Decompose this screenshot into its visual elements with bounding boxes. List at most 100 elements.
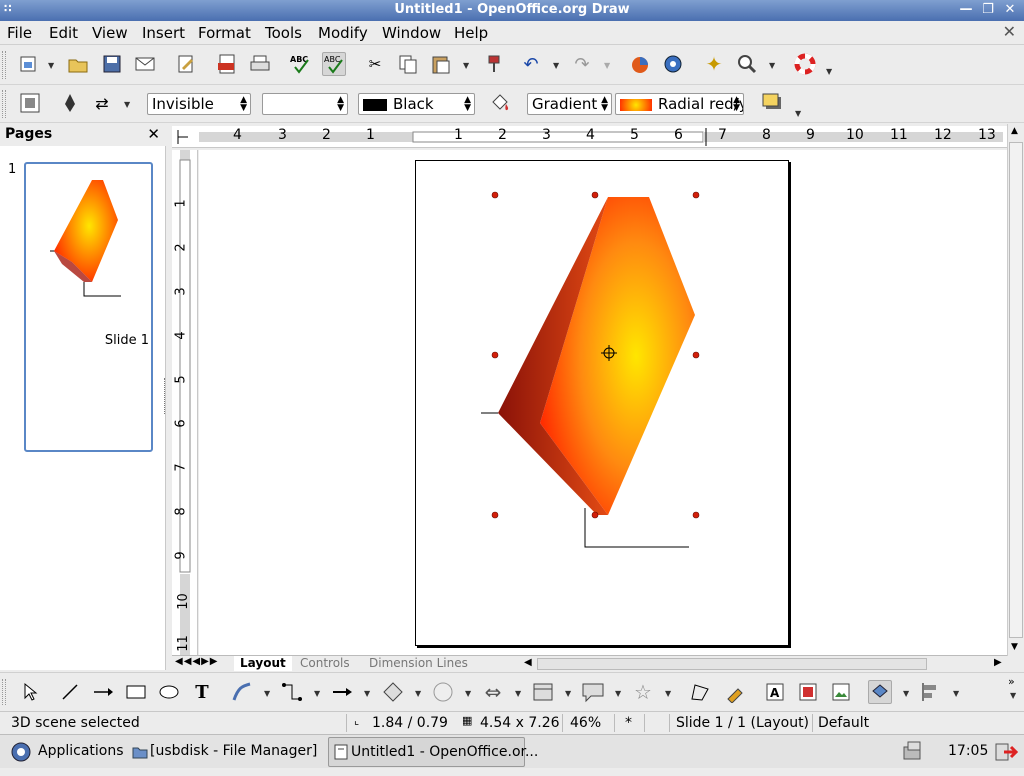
shadow-icon[interactable] (760, 91, 784, 115)
symbol-shapes-dropdown-arrow[interactable]: ▼ (465, 689, 471, 698)
slide-thumbnail[interactable] (24, 162, 153, 452)
redo-icon[interactable]: ↷ (570, 52, 594, 76)
insert-picture-icon[interactable] (829, 680, 853, 704)
scroll-left-arrow[interactable]: ◀ (524, 657, 532, 668)
drawing-canvas[interactable] (199, 150, 1007, 655)
scroll-right-arrow[interactable]: ▶ (994, 657, 1002, 668)
rectangle-tool-icon[interactable] (124, 680, 148, 704)
gluepoints-icon[interactable] (723, 680, 747, 704)
logout-icon[interactable] (994, 740, 1019, 768)
arrow-style-icon[interactable]: ⇄ (90, 91, 114, 115)
clone-formatting-icon[interactable] (482, 52, 506, 76)
extrusion-3d-icon[interactable] (868, 680, 892, 704)
gluepoint-star-icon[interactable]: ✦ (702, 52, 726, 76)
flowchart-dropdown-arrow[interactable]: ▼ (565, 689, 571, 698)
tab-controls[interactable]: Controls (294, 656, 356, 671)
autospellcheck-icon[interactable]: ABC (322, 52, 346, 76)
panel-splitter[interactable] (164, 378, 168, 414)
block-arrows-icon[interactable]: ⇔ (481, 680, 505, 704)
close-document-icon[interactable]: ✕ (1003, 22, 1016, 41)
lines-arrows-tool-icon[interactable] (330, 680, 354, 704)
open-folder-icon[interactable] (66, 52, 90, 76)
line-arrow-tool-icon[interactable] (91, 680, 115, 704)
menu-window[interactable]: Window (382, 24, 441, 42)
connector-dropdown-arrow[interactable]: ▼ (314, 689, 320, 698)
network-tray-icon[interactable] (900, 739, 926, 767)
menu-file[interactable]: File (7, 24, 32, 42)
minimize-button[interactable]: — (958, 1, 974, 18)
navigator-icon[interactable] (661, 52, 685, 76)
line-style-select[interactable]: Invisible ▲ ▼ (147, 93, 251, 115)
save-icon[interactable] (100, 52, 124, 76)
scroll-down-arrow[interactable]: ▼ (1011, 642, 1018, 652)
text-tool-icon[interactable]: T (190, 680, 214, 704)
lines-arrows-dropdown-arrow[interactable]: ▼ (364, 689, 370, 698)
area-bucket-icon[interactable] (488, 91, 512, 115)
menu-modify[interactable]: Modify (318, 24, 368, 42)
redo-dropdown-arrow[interactable]: ▼ (604, 61, 610, 70)
horizontal-ruler[interactable]: 4 3 2 1 1 2 3 4 5 6 7 8 9 10 11 12 13 (172, 126, 1008, 148)
menu-insert[interactable]: Insert (142, 24, 185, 42)
toolbar-overflow-icon[interactable]: » (1008, 675, 1015, 688)
close-window-button[interactable]: ✕ (1002, 1, 1018, 18)
close-panel-icon[interactable]: ✕ (147, 125, 160, 143)
stars-dropdown-arrow[interactable]: ▼ (665, 689, 671, 698)
menu-view[interactable]: View (92, 24, 128, 42)
tab-navigation-arrows[interactable]: ◀◀◀▶▶ (175, 656, 218, 667)
help-lifebuoy-icon[interactable] (793, 52, 817, 76)
line-pen-icon[interactable] (58, 91, 82, 115)
horizontal-scrollbar-thumb[interactable] (537, 658, 927, 670)
toolbar-grip[interactable] (2, 51, 6, 79)
3d-scene[interactable] (199, 150, 1007, 655)
scroll-up-arrow[interactable]: ▲ (1011, 126, 1018, 136)
email-icon[interactable] (133, 52, 157, 76)
status-zoom[interactable]: 46% (570, 715, 601, 731)
zoom-dropdown-arrow[interactable]: ▼ (769, 61, 775, 70)
fill-type-select[interactable]: Gradient ▲ ▼ (527, 93, 612, 115)
toolbar-overflow-arrow[interactable]: ▼ (1010, 691, 1016, 700)
chart-icon[interactable] (628, 52, 652, 76)
connector-tool-icon[interactable] (280, 680, 304, 704)
line-color-select[interactable]: Black ▲ ▼ (358, 93, 475, 115)
callouts-icon[interactable] (581, 680, 605, 704)
block-arrows-dropdown-arrow[interactable]: ▼ (515, 689, 521, 698)
callouts-dropdown-arrow[interactable]: ▼ (615, 689, 621, 698)
arrow-style-dropdown-arrow[interactable]: ▼ (124, 100, 130, 109)
applications-menu[interactable]: Applications (4, 737, 124, 767)
print-icon[interactable] (248, 52, 272, 76)
stars-icon[interactable]: ☆ (631, 680, 655, 704)
styles-icon[interactable] (18, 91, 42, 115)
toolbar-grip[interactable] (2, 679, 6, 705)
symbol-shapes-smiley-icon[interactable] (431, 680, 455, 704)
menu-help[interactable]: Help (454, 24, 488, 42)
copy-icon[interactable] (396, 52, 420, 76)
vertical-ruler[interactable]: 1 2 3 4 5 6 7 8 9 10 11 (172, 150, 198, 656)
toolbar-overflow-arrow[interactable]: ▼ (795, 109, 801, 118)
task-openoffice-draw[interactable]: Untitled1 - OpenOffice.or... (328, 737, 538, 767)
tab-layout[interactable]: Layout (234, 656, 292, 671)
undo-icon[interactable]: ↶ (519, 52, 543, 76)
edit-file-icon[interactable] (174, 52, 198, 76)
basic-shapes-diamond-icon[interactable] (381, 680, 405, 704)
scrollbar-thumb[interactable] (1009, 142, 1023, 638)
cut-icon[interactable]: ✂ (363, 52, 387, 76)
insert-image-from-file-icon[interactable] (796, 680, 820, 704)
toolbar-overflow-arrow[interactable]: ▼ (826, 67, 832, 76)
vertical-scrollbar[interactable]: ▲ ▼ (1007, 124, 1024, 656)
new-icon[interactable] (16, 52, 40, 76)
select-arrow-icon[interactable] (18, 680, 42, 704)
menu-format[interactable]: Format (198, 24, 251, 42)
menu-edit[interactable]: Edit (49, 24, 78, 42)
menu-tools[interactable]: Tools (265, 24, 302, 42)
tab-dimension-lines[interactable]: Dimension Lines (363, 656, 474, 671)
align-dropdown-arrow[interactable]: ▼ (953, 689, 959, 698)
spellcheck-icon[interactable]: ABC (289, 52, 313, 76)
toolbar-grip[interactable] (2, 90, 6, 118)
undo-dropdown-arrow[interactable]: ▼ (553, 61, 559, 70)
task-file-manager[interactable]: [usbdisk - File Manager] (128, 737, 324, 767)
curve-tool-icon[interactable] (230, 680, 254, 704)
ellipse-tool-icon[interactable] (157, 680, 181, 704)
flowchart-icon[interactable] (531, 680, 555, 704)
curve-dropdown-arrow[interactable]: ▼ (264, 689, 270, 698)
export-pdf-icon[interactable] (215, 52, 239, 76)
